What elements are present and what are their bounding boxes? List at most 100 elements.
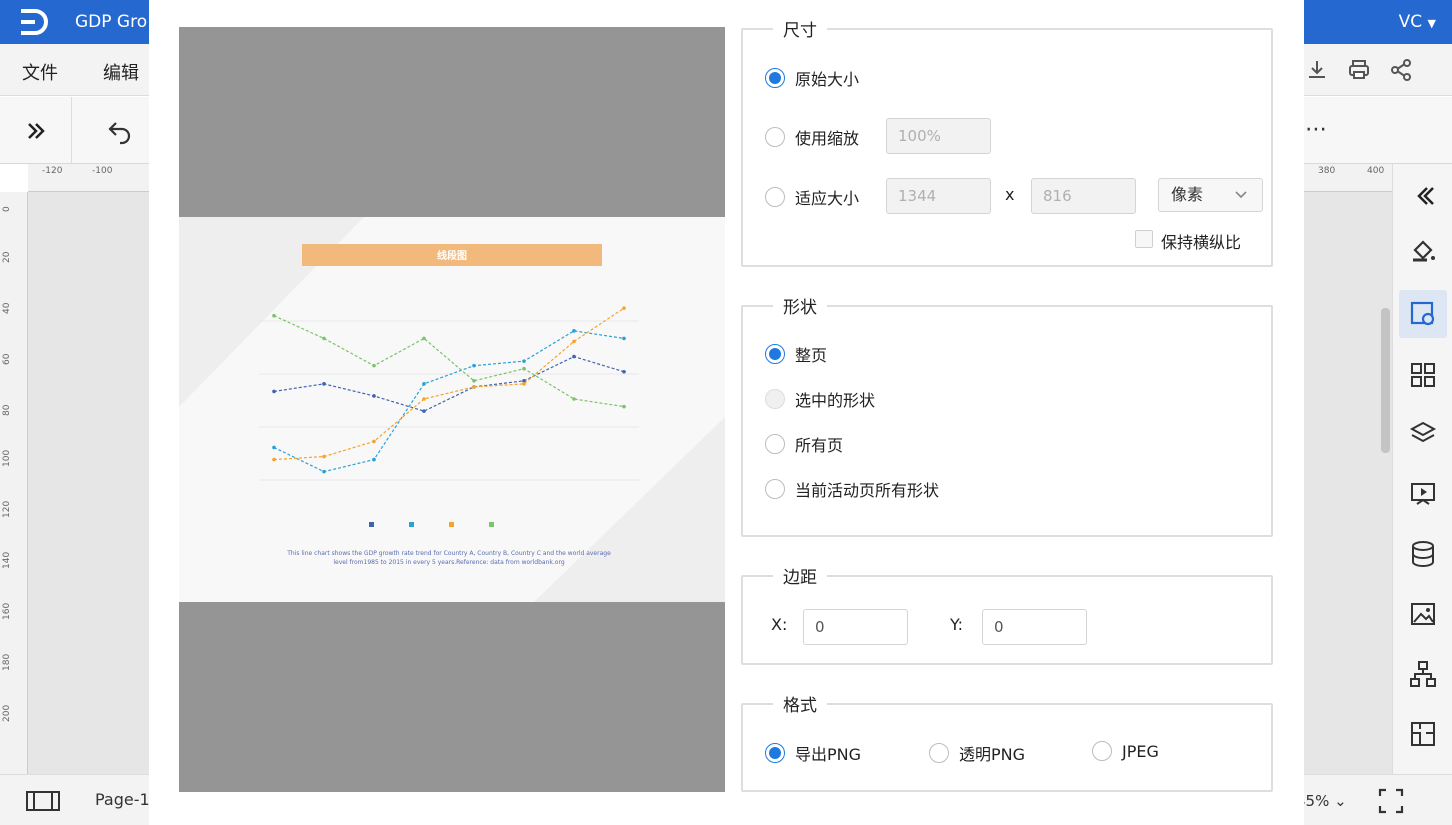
height-input[interactable]: 816 — [1031, 178, 1136, 214]
data-point — [322, 454, 326, 459]
shape-group: 形状 整页 选中的形状 所有页 当前活动页所有形状 — [741, 293, 1273, 537]
legend-swatch — [409, 522, 414, 527]
margin-x-label: X: — [771, 615, 788, 634]
floor-plan-icon[interactable] — [1407, 718, 1439, 750]
format-transparent-png-option[interactable]: 透明PNG — [929, 741, 1025, 765]
image-icon[interactable] — [1407, 598, 1439, 630]
size-original-option[interactable]: 原始大小 — [765, 66, 859, 90]
format-jpeg-option[interactable]: JPEG — [1092, 741, 1159, 761]
chart-caption: level from1985 to 2015 in every 5 years.… — [333, 559, 564, 566]
document-title[interactable]: GDP Gro — [75, 12, 147, 32]
width-input[interactable]: 1344 — [886, 178, 991, 214]
more-icon[interactable]: ⋯ — [1305, 117, 1327, 142]
radio-scale[interactable] — [765, 127, 785, 147]
user-initials: VC — [1398, 12, 1423, 32]
shape-current-page-option[interactable]: 当前活动页所有形状 — [765, 477, 939, 501]
app-logo-icon[interactable] — [18, 8, 52, 36]
size-fit-option[interactable]: 适应大小 — [765, 185, 859, 209]
preview-page: 线段图 This line chart shows the GDP growth… — [179, 217, 725, 602]
data-point — [622, 404, 626, 409]
legend-swatch — [369, 522, 374, 527]
grid-icon[interactable] — [1407, 359, 1439, 391]
undo-icon[interactable] — [106, 117, 134, 145]
ruler-label: 100 — [2, 449, 12, 467]
radio-label: 选中的形状 — [795, 391, 876, 410]
series-line — [273, 315, 625, 408]
chart-legend — [369, 522, 494, 527]
scale-input[interactable]: 100% — [886, 118, 991, 154]
data-point — [372, 457, 376, 462]
ruler-label: 160 — [2, 602, 12, 620]
radio-selected-shapes[interactable] — [765, 389, 785, 409]
ruler-label: 20 — [2, 251, 12, 263]
data-point — [572, 339, 576, 344]
radio-current-page-shapes[interactable] — [765, 479, 785, 499]
page-list-icon[interactable] — [26, 790, 60, 812]
data-point — [622, 306, 626, 310]
radio-label: JPEG — [1122, 741, 1159, 761]
ruler-label: 120 — [2, 500, 12, 518]
data-point — [522, 359, 526, 363]
keep-ratio-label: 保持横纵比 — [1161, 233, 1242, 252]
format-group: 格式 导出PNG 透明PNG JPEG — [741, 691, 1273, 792]
chart-title: 线段图 — [437, 249, 467, 262]
data-point — [422, 409, 426, 413]
radio-jpeg[interactable] — [1092, 741, 1112, 761]
series-line — [273, 355, 625, 412]
download-icon[interactable] — [1305, 58, 1329, 82]
database-icon[interactable] — [1407, 538, 1439, 570]
radio-label: 适应大小 — [795, 189, 860, 208]
data-point — [572, 354, 576, 359]
radio-transparent-png[interactable] — [929, 743, 949, 763]
ruler-label: 80 — [2, 404, 12, 416]
presentation-icon[interactable] — [1407, 478, 1439, 510]
data-point — [372, 439, 376, 444]
radio-fit[interactable] — [765, 187, 785, 207]
org-chart-icon[interactable] — [1407, 658, 1439, 690]
radio-all-pages[interactable] — [765, 434, 785, 454]
radio-label: 使用缩放 — [795, 129, 860, 148]
page-settings-icon[interactable] — [1407, 298, 1439, 330]
ruler-label: 60 — [2, 353, 12, 365]
margin-y-input[interactable]: 0 — [982, 609, 1087, 645]
shape-whole-page-option[interactable]: 整页 — [765, 342, 827, 366]
collapse-panel-icon[interactable] — [1407, 180, 1439, 212]
shape-all-pages-option[interactable]: 所有页 — [765, 432, 843, 456]
data-point — [522, 382, 526, 386]
fill-bucket-icon[interactable] — [1407, 236, 1439, 268]
keep-ratio-checkbox[interactable] — [1135, 230, 1153, 248]
margin-y-label: Y: — [950, 615, 964, 634]
format-png-option[interactable]: 导出PNG — [765, 741, 861, 765]
radio-label: 所有页 — [795, 436, 844, 455]
size-scale-option[interactable]: 使用缩放 — [765, 125, 859, 149]
chevron-down-icon — [1235, 191, 1247, 199]
menu-edit[interactable]: 编辑 — [103, 59, 139, 85]
radio-original[interactable] — [765, 68, 785, 88]
data-point — [472, 379, 476, 383]
print-icon[interactable] — [1347, 58, 1371, 82]
size-legend: 尺寸 — [773, 16, 827, 41]
series-line — [273, 330, 625, 473]
data-point — [272, 445, 276, 450]
layers-icon[interactable] — [1407, 418, 1439, 450]
radio-whole-page[interactable] — [765, 344, 785, 364]
margin-x-input[interactable]: 0 — [803, 609, 908, 645]
shape-selected-option[interactable]: 选中的形状 — [765, 387, 875, 411]
legend-swatch — [489, 522, 494, 527]
menu-file[interactable]: 文件 — [22, 59, 58, 85]
unit-select[interactable]: 像素 — [1158, 178, 1263, 212]
vertical-scrollbar[interactable] — [1381, 308, 1390, 453]
data-point — [522, 366, 526, 371]
page-tab[interactable]: Page-1 — [95, 790, 150, 809]
share-icon[interactable] — [1389, 58, 1413, 82]
data-point — [272, 389, 276, 394]
ruler-label: 140 — [2, 551, 12, 569]
ruler-label: 0 — [2, 206, 12, 212]
fullscreen-icon[interactable] — [1378, 788, 1404, 814]
chart-series — [272, 306, 626, 474]
expand-panel-icon[interactable] — [24, 119, 48, 143]
chart-caption: This line chart shows the GDP growth rat… — [286, 550, 611, 557]
ruler-label: 40 — [2, 302, 12, 314]
user-menu[interactable]: VC ▼ — [1399, 12, 1436, 32]
radio-png[interactable] — [765, 743, 785, 763]
